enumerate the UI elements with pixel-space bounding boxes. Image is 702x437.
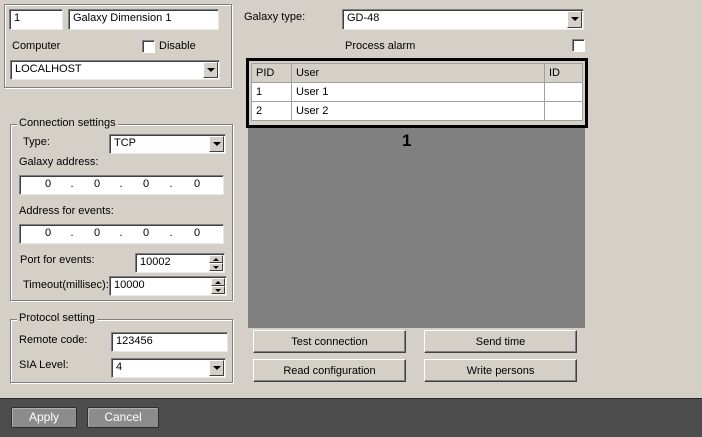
- cancel-button[interactable]: Cancel: [87, 407, 159, 428]
- ip-octet: 0: [44, 178, 52, 190]
- ip-dot: .: [70, 227, 74, 239]
- table-cell-pid[interactable]: 1: [251, 82, 292, 102]
- connection-type-label: Type:: [23, 136, 50, 148]
- remote-code-label: Remote code:: [19, 334, 88, 346]
- read-configuration-button[interactable]: Read configuration: [253, 359, 406, 382]
- sia-level-label: SIA Level:: [19, 359, 69, 371]
- column-header-user[interactable]: User: [291, 63, 545, 83]
- timeout-value: 10000: [114, 279, 145, 291]
- ip-octet: 0: [193, 227, 201, 239]
- galaxy-type-select[interactable]: GD-48: [342, 9, 584, 30]
- galaxy-type-label: Galaxy type:: [244, 11, 306, 23]
- galaxy-address-input[interactable]: 0 . 0 . 0 . 0: [19, 175, 224, 195]
- computer-label: Computer: [12, 40, 61, 52]
- connection-settings-title: Connection settings: [17, 117, 118, 130]
- table-cell-pid[interactable]: 2: [251, 101, 292, 121]
- apply-button[interactable]: Apply: [11, 407, 77, 428]
- remote-code-input[interactable]: 123456: [111, 332, 228, 352]
- disable-label: Disable: [159, 40, 196, 52]
- ip-dot: .: [169, 178, 173, 190]
- protocol-setting-title: Protocol setting: [17, 312, 97, 325]
- computer-value: LOCALHOST: [15, 63, 82, 75]
- connection-type-select[interactable]: TCP: [109, 134, 226, 154]
- ip-octet: 0: [142, 227, 150, 239]
- port-value: 10002: [140, 256, 171, 268]
- table-cell-user[interactable]: User 1: [291, 82, 545, 102]
- computer-select[interactable]: LOCALHOST: [10, 60, 220, 80]
- process-alarm-checkbox[interactable]: [572, 39, 585, 52]
- spin-down-icon[interactable]: [211, 286, 225, 294]
- send-time-button[interactable]: Send time: [424, 330, 577, 353]
- port-label: Port for events:: [20, 254, 95, 266]
- column-header-id[interactable]: ID: [544, 63, 583, 83]
- table-cell-id[interactable]: [544, 82, 583, 102]
- ip-dot: .: [70, 178, 74, 190]
- galaxy-address-label: Galaxy address:: [19, 156, 99, 168]
- spin-up-icon[interactable]: [211, 278, 225, 286]
- events-address-input[interactable]: 0 . 0 . 0 . 0: [19, 224, 224, 244]
- column-header-pid[interactable]: PID: [251, 63, 292, 83]
- timeout-label: Timeout(millisec):: [23, 279, 109, 291]
- galaxy-type-value: GD-48: [347, 12, 380, 24]
- ip-octet: 0: [93, 227, 101, 239]
- chevron-down-icon[interactable]: [209, 136, 224, 152]
- table-cell-id[interactable]: [544, 101, 583, 121]
- chevron-down-icon[interactable]: [567, 11, 582, 28]
- connection-type-value: TCP: [114, 137, 136, 149]
- ip-dot: .: [119, 227, 123, 239]
- ip-octet: 0: [93, 178, 101, 190]
- ip-octet: 0: [142, 178, 150, 190]
- test-connection-button[interactable]: Test connection: [253, 330, 406, 353]
- ip-octet: 0: [193, 178, 201, 190]
- users-grid-highlight: PID User ID 1 User 1 2 User 2: [246, 58, 588, 128]
- write-persons-button[interactable]: Write persons: [424, 359, 577, 382]
- spin-up-icon[interactable]: [209, 255, 223, 263]
- chevron-down-icon[interactable]: [203, 62, 218, 78]
- callout-number: 1: [402, 131, 412, 150]
- users-table: PID User ID 1 User 1 2 User 2: [251, 63, 583, 121]
- sia-level-select[interactable]: 4: [111, 358, 226, 378]
- ip-octet: 0: [44, 227, 52, 239]
- process-alarm-label: Process alarm: [345, 40, 416, 52]
- spin-down-icon[interactable]: [209, 263, 223, 271]
- sia-level-value: 4: [116, 361, 123, 373]
- ip-dot: .: [119, 178, 123, 190]
- table-row[interactable]: 1 User 1: [251, 82, 583, 102]
- timeout-stepper[interactable]: 10000: [109, 276, 227, 296]
- spin-buttons[interactable]: [211, 278, 225, 294]
- disable-checkbox[interactable]: [142, 40, 155, 53]
- device-name-field[interactable]: Galaxy Dimension 1: [68, 9, 219, 30]
- chevron-down-icon[interactable]: [209, 360, 224, 376]
- events-address-label: Address for events:: [19, 205, 114, 217]
- ip-dot: .: [169, 227, 173, 239]
- port-stepper[interactable]: 10002: [135, 253, 225, 273]
- device-id-field[interactable]: 1: [9, 9, 63, 30]
- table-cell-user[interactable]: User 2: [291, 101, 545, 121]
- table-header-row: PID User ID: [251, 63, 583, 83]
- spin-buttons[interactable]: [209, 255, 223, 271]
- table-row[interactable]: 2 User 2: [251, 101, 583, 121]
